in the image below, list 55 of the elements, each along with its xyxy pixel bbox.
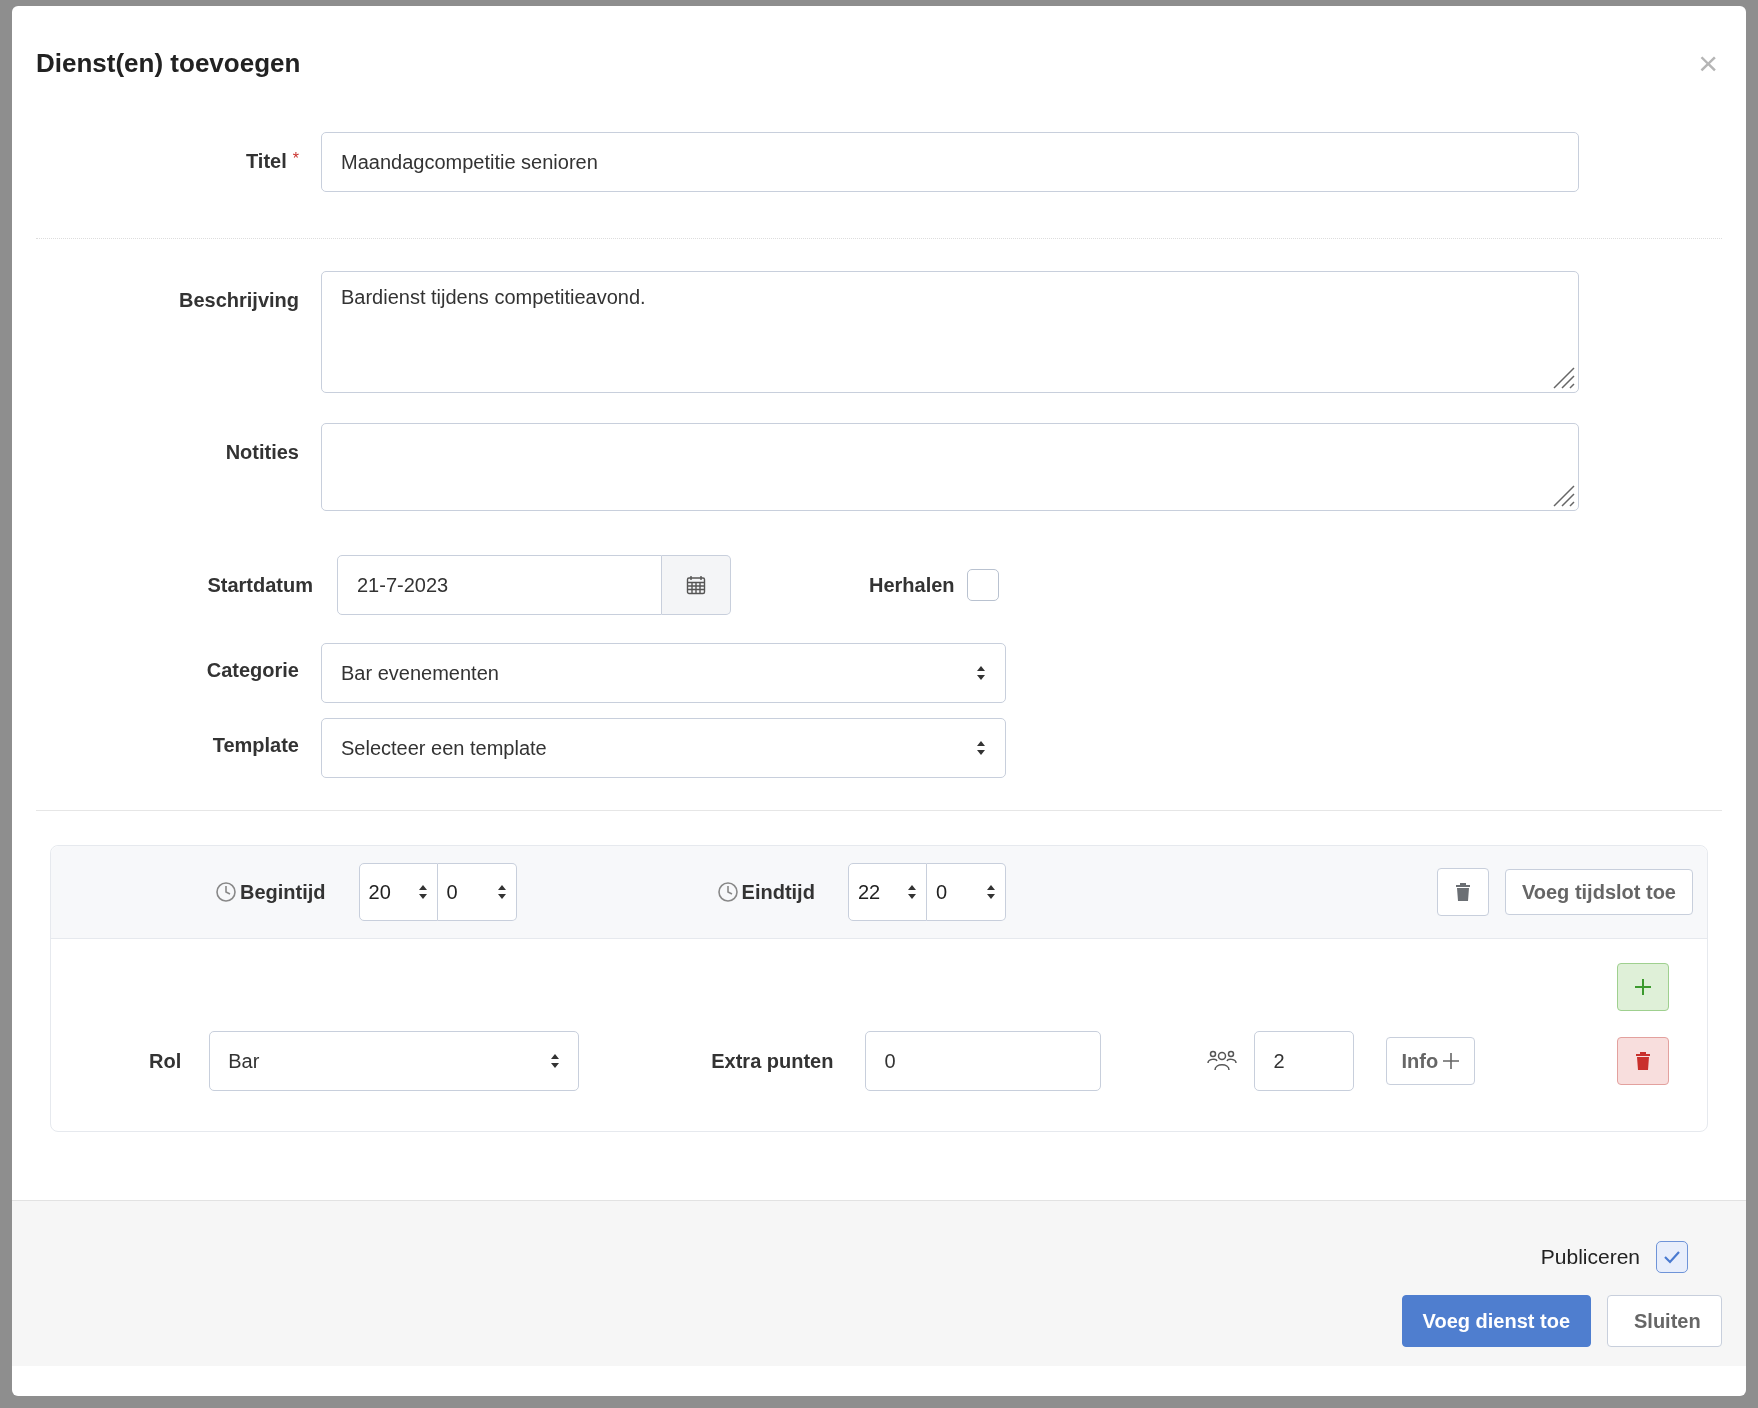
submit-button[interactable]: Voeg dienst toe bbox=[1401, 1295, 1591, 1347]
time-label: Eindtijd bbox=[741, 880, 815, 904]
add-timeslot-button[interactable]: Voeg tijdslot toe bbox=[1504, 869, 1693, 915]
field-label: Notities bbox=[225, 441, 299, 464]
required-mark: * bbox=[292, 150, 299, 169]
trash-icon bbox=[1454, 882, 1471, 902]
delete-role-button[interactable] bbox=[1617, 1037, 1669, 1085]
checkbox[interactable] bbox=[1656, 1241, 1688, 1273]
resize-grip-icon bbox=[1552, 484, 1576, 508]
textarea-field[interactable] bbox=[321, 423, 1579, 511]
dialog-title: Dienst(en) toevoegen bbox=[36, 47, 301, 79]
delete-timeslot-button[interactable] bbox=[1436, 868, 1489, 916]
plus-icon bbox=[1442, 1052, 1461, 1070]
extra-points-label: Extra punten bbox=[711, 1049, 834, 1073]
info-button[interactable]: Info bbox=[1386, 1037, 1476, 1085]
trash-icon bbox=[1635, 1051, 1651, 1071]
calendar-icon bbox=[686, 575, 706, 595]
field-label: Template bbox=[212, 734, 299, 757]
select-arrows-icon bbox=[985, 884, 996, 900]
people-icon bbox=[1207, 1049, 1238, 1073]
field-label: Titel bbox=[246, 150, 287, 173]
extra-points-field[interactable]: 0 bbox=[865, 1031, 1102, 1091]
plus-icon bbox=[1634, 978, 1652, 996]
select-arrows-icon bbox=[976, 740, 986, 756]
time-label: Begintijd bbox=[240, 880, 326, 904]
select-arrows-icon bbox=[496, 884, 507, 900]
checkbox[interactable] bbox=[966, 569, 999, 601]
date-field[interactable]: 21-7-2023 bbox=[337, 555, 662, 615]
select-field[interactable]: Selecteer een template bbox=[321, 718, 1006, 778]
time-select[interactable]: 0 bbox=[926, 863, 1006, 921]
select-arrows-icon bbox=[976, 665, 986, 681]
field-label: Startdatum bbox=[206, 573, 313, 597]
clock-icon bbox=[215, 881, 237, 903]
select-field[interactable]: Bar evenementen bbox=[321, 643, 1006, 703]
field-label: Categorie bbox=[206, 659, 299, 682]
select-arrows-icon bbox=[906, 884, 917, 900]
title-field[interactable]: Maandagcompetitie senioren bbox=[321, 132, 1579, 192]
select-arrows-icon bbox=[417, 884, 428, 900]
resize-grip-icon bbox=[1552, 366, 1576, 390]
time-select[interactable]: 22 bbox=[847, 863, 927, 921]
publish-label: Publiceren bbox=[1540, 1245, 1640, 1269]
repeat-label: Herhalen bbox=[869, 573, 955, 597]
clock-icon bbox=[716, 881, 739, 903]
textarea-field[interactable]: Bardienst tijdens competitieavond. bbox=[321, 271, 1579, 393]
people-count-field[interactable]: 2 bbox=[1254, 1031, 1355, 1091]
calendar-button[interactable] bbox=[662, 555, 731, 615]
role-label: Rol bbox=[149, 1049, 182, 1073]
close-button[interactable]: Sluiten bbox=[1607, 1295, 1722, 1347]
select-arrows-icon bbox=[550, 1053, 561, 1069]
add-role-button[interactable] bbox=[1617, 963, 1669, 1011]
time-select[interactable]: 20 bbox=[358, 863, 438, 921]
check-icon bbox=[1663, 1250, 1681, 1264]
field-label: Beschrijving bbox=[178, 289, 299, 312]
role-select[interactable]: Bar bbox=[209, 1031, 580, 1091]
time-select[interactable]: 0 bbox=[437, 863, 517, 921]
